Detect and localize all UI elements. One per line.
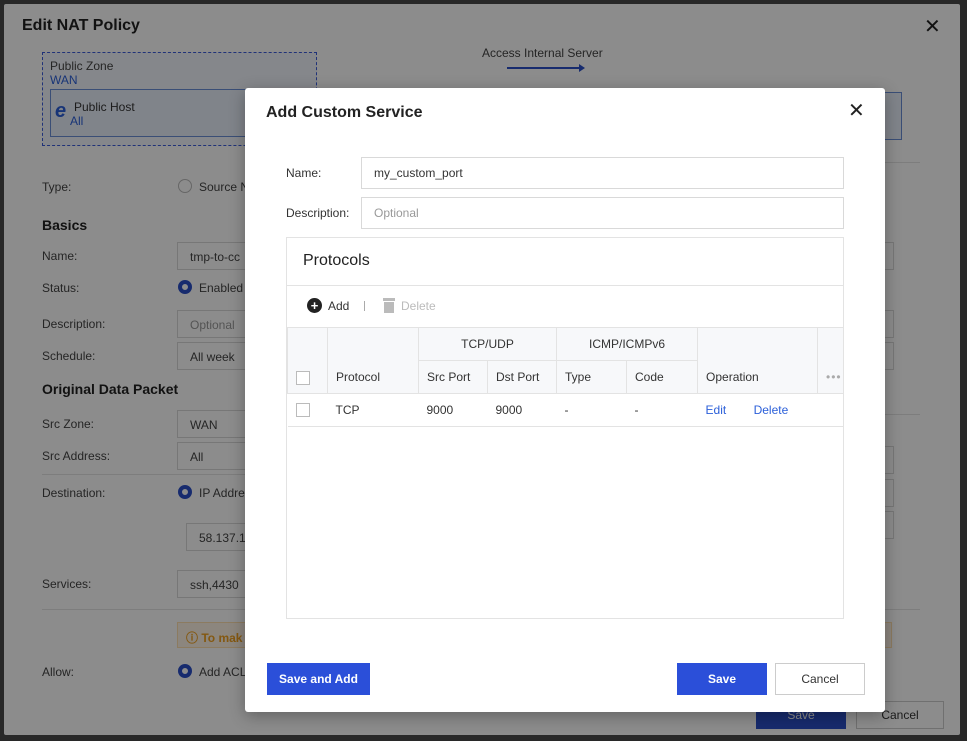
cell-src-port: 9000	[418, 393, 488, 427]
header-icmp: ICMP/ICMPv6	[556, 327, 699, 361]
select-all-cell	[287, 327, 328, 394]
name-input[interactable]	[361, 157, 844, 189]
delete-protocol-button[interactable]: Delete	[383, 298, 436, 313]
row-select-cell	[287, 393, 328, 427]
description-input[interactable]	[361, 197, 844, 229]
cell-code: -	[626, 393, 698, 427]
edit-link[interactable]: Edit	[706, 403, 727, 417]
dialog-title: Add Custom Service	[266, 104, 423, 121]
header-operation: Operation	[697, 327, 819, 394]
header-dst-port: Dst Port	[486, 360, 558, 394]
save-and-add-button[interactable]: Save and Add	[267, 663, 370, 695]
select-all-checkbox[interactable]	[296, 371, 310, 385]
cell-type: -	[556, 393, 627, 427]
name-label: Name:	[286, 166, 322, 180]
divider	[287, 285, 843, 286]
add-label: Add	[328, 298, 350, 313]
header-src-port: Src Port	[418, 360, 488, 394]
header-code: Code	[626, 360, 699, 394]
add-custom-service-dialog: Add Custom Service ✕ Name: Description: …	[245, 88, 885, 712]
save-button[interactable]: Save	[677, 663, 767, 695]
protocols-panel: Protocols + Add Delete Protocol TCP/UDP …	[286, 237, 845, 619]
plus-circle-icon: +	[307, 298, 322, 313]
delete-label: Delete	[401, 298, 436, 313]
toolbar-divider	[364, 301, 365, 311]
header-tcp-udp: TCP/UDP	[417, 327, 558, 361]
column-settings-icon[interactable]: •••	[817, 327, 845, 394]
cell-operation: Edit Delete	[697, 393, 844, 427]
close-icon[interactable]: ✕	[848, 101, 865, 121]
add-protocol-button[interactable]: + Add	[307, 298, 349, 313]
cell-dst-port: 9000	[487, 393, 557, 427]
delete-link[interactable]: Delete	[754, 403, 789, 417]
protocols-title: Protocols	[303, 252, 370, 269]
trash-icon	[383, 298, 395, 313]
header-type: Type	[556, 360, 628, 394]
row-checkbox[interactable]	[295, 403, 310, 418]
header-protocol: Protocol	[327, 327, 419, 394]
description-label: Description:	[286, 206, 350, 220]
table-row: TCP 9000 9000 - - Edit Delete	[287, 393, 844, 427]
cell-protocol: TCP	[327, 393, 419, 427]
cancel-button[interactable]: Cancel	[775, 663, 865, 695]
protocols-table: Protocol TCP/UDP ICMP/ICMPv6 Operation •…	[287, 327, 845, 427]
